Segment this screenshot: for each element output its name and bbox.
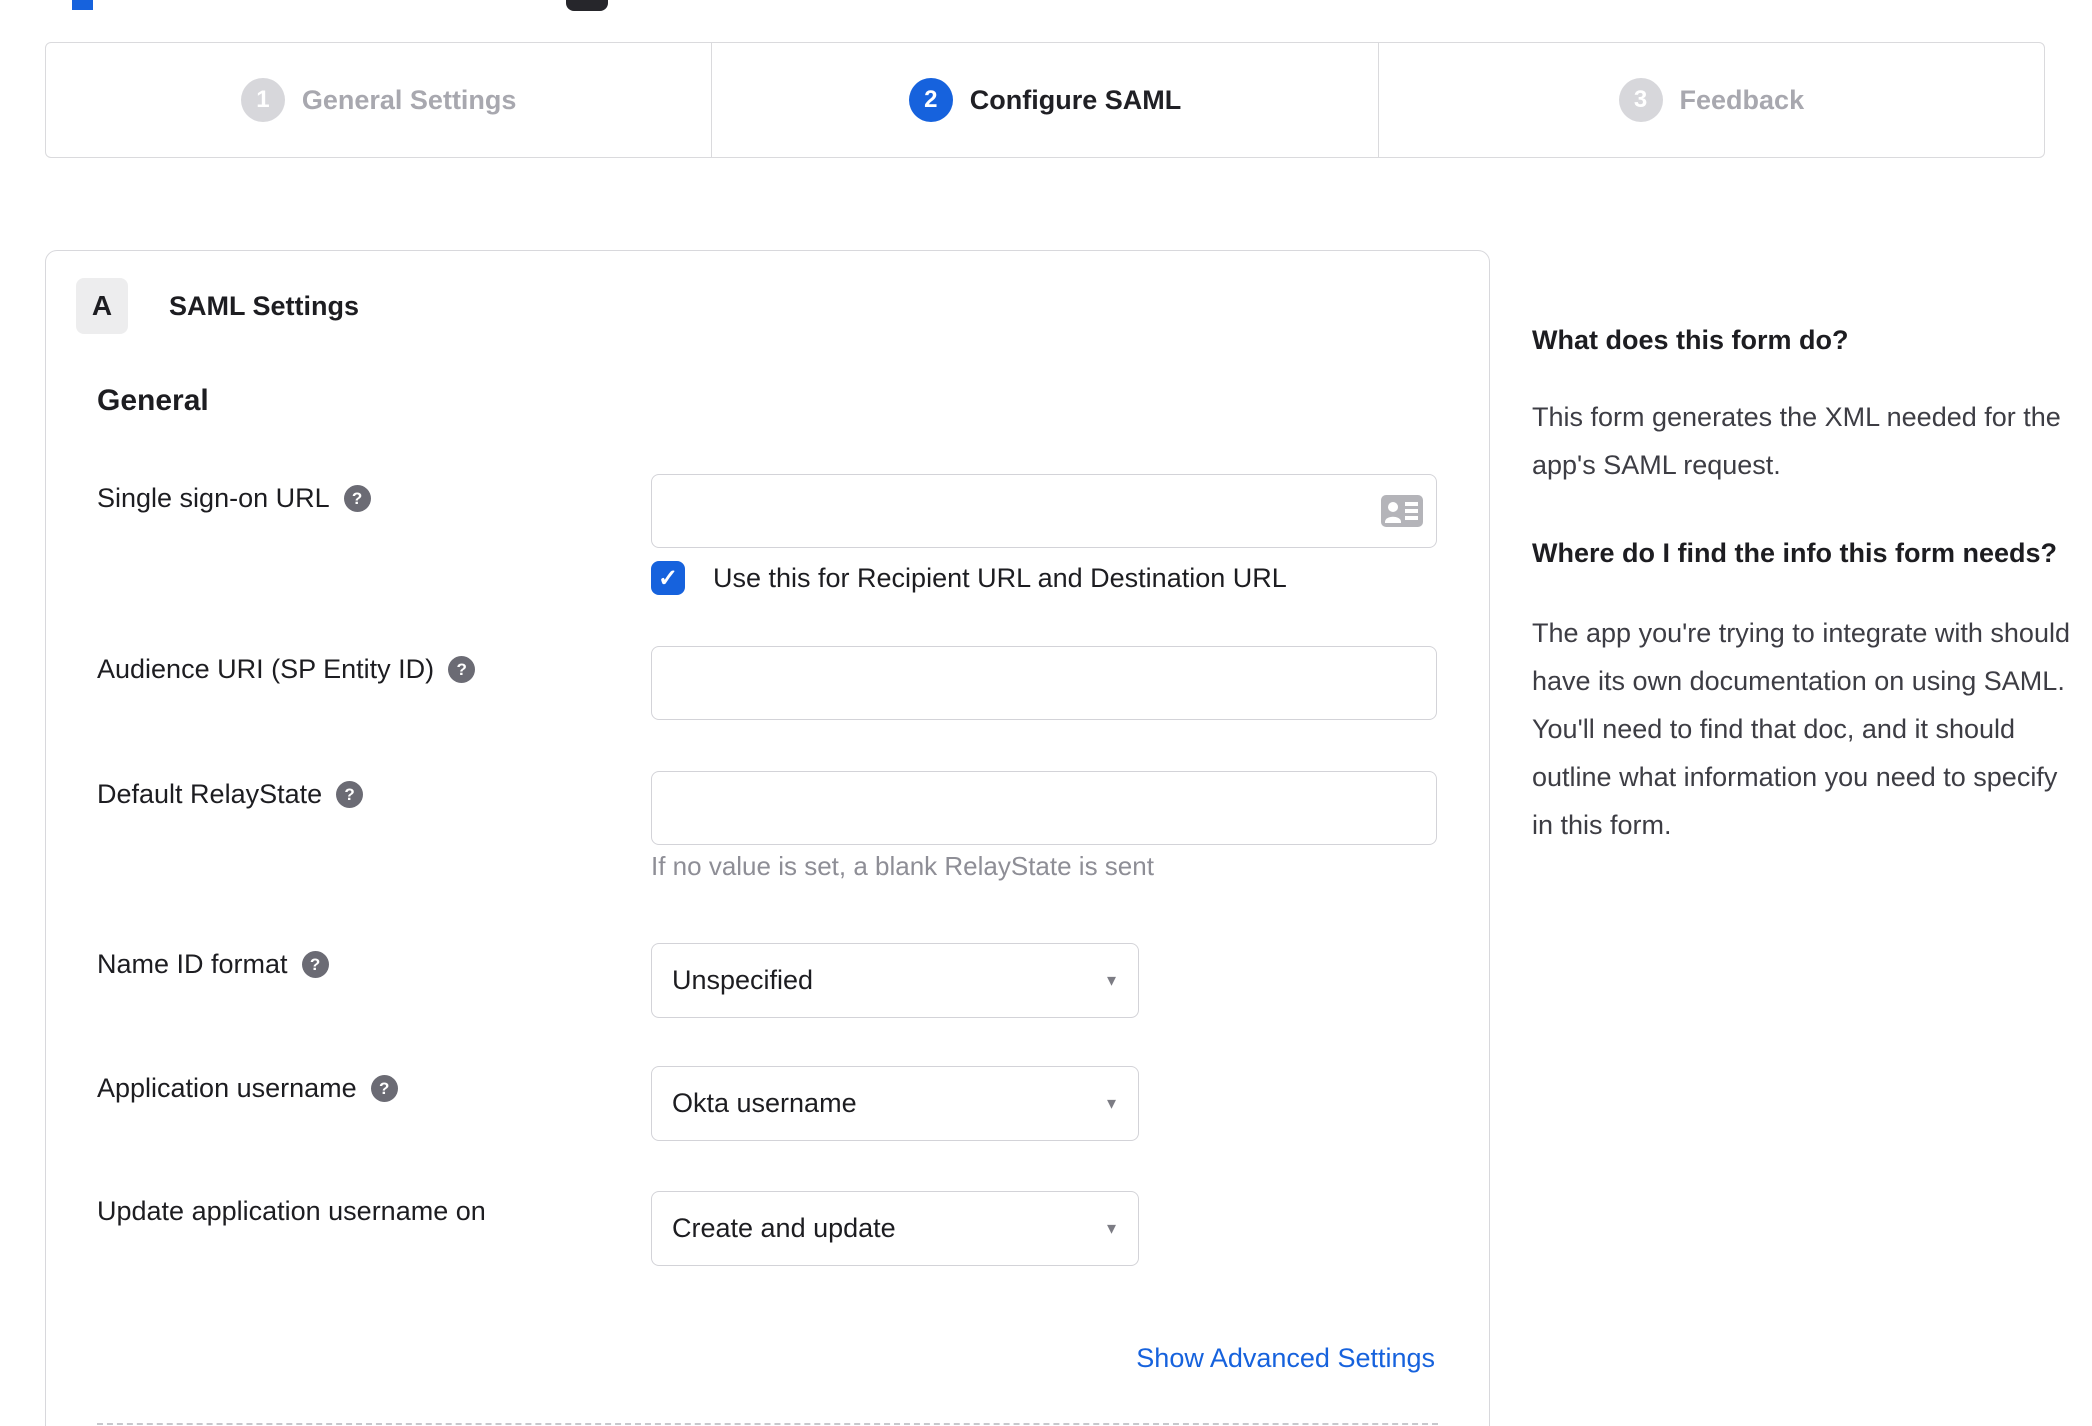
step-3-label: Feedback: [1679, 84, 1805, 115]
section-a-badge: A: [76, 278, 128, 334]
relay-state-input[interactable]: [651, 771, 1437, 845]
relay-state-input-wrap: [651, 771, 1437, 845]
help-heading-2: Where do I find the info this form needs…: [1532, 538, 2057, 568]
section-title: SAML Settings: [169, 291, 360, 321]
audience-uri-input-wrap: [651, 646, 1437, 720]
saml-settings-panel: A SAML Settings General Single sign-on U…: [45, 250, 1490, 1426]
audience-uri-help-icon[interactable]: ?: [448, 656, 476, 683]
help-sidebar: What does this form do? This form genera…: [1532, 318, 2080, 849]
name-id-format-label: Name ID format: [97, 949, 288, 979]
contact-card-icon[interactable]: [1381, 495, 1423, 527]
relay-state-label-row: Default RelayState ?: [97, 779, 364, 810]
recipient-url-checkbox-label: Use this for Recipient URL and Destinati…: [713, 562, 1287, 593]
section-dashed-divider: [97, 1423, 1438, 1425]
audience-uri-label-row: Audience URI (SP Entity ID) ?: [97, 654, 476, 685]
wizard-stepper: 1 General Settings 2 Configure SAML 3 Fe…: [45, 42, 2045, 158]
step-2-badge: 2: [908, 78, 953, 122]
app-username-help-icon[interactable]: ?: [370, 1075, 398, 1102]
sso-url-label-row: Single sign-on URL ?: [97, 483, 371, 514]
recipient-url-checkbox-row: ✓ Use this for Recipient URL and Destina…: [651, 561, 1287, 595]
step-3-badge: 3: [1618, 78, 1663, 122]
chevron-down-icon: ▾: [1106, 970, 1116, 990]
update-app-username-value: Create and update: [672, 1213, 896, 1243]
cutoff-blue-artifact: [72, 0, 93, 10]
checkmark-icon: ✓: [657, 564, 679, 592]
app-username-label-row: Application username ?: [97, 1073, 398, 1104]
sso-url-input[interactable]: [651, 474, 1437, 548]
name-id-format-value: Unspecified: [672, 965, 814, 995]
sso-url-help-icon[interactable]: ?: [343, 485, 371, 512]
sso-url-input-wrap: [651, 474, 1437, 548]
help-heading-1: What does this form do?: [1532, 325, 1849, 355]
update-app-username-label: Update application username on: [97, 1196, 486, 1226]
cutoff-dark-artifact: [566, 0, 608, 11]
relay-state-help-icon[interactable]: ?: [336, 781, 364, 808]
app-username-select[interactable]: Okta username ▾: [651, 1066, 1139, 1141]
sso-url-label: Single sign-on URL: [97, 483, 330, 513]
name-id-format-select[interactable]: Unspecified ▾: [651, 943, 1139, 1018]
relay-state-label: Default RelayState: [97, 779, 323, 809]
relay-state-hint: If no value is set, a blank RelayState i…: [651, 851, 1154, 881]
step-2-label: Configure SAML: [969, 84, 1182, 115]
show-advanced-settings-link[interactable]: Show Advanced Settings: [1136, 1343, 1435, 1374]
help-paragraph-1: This form generates the XML needed for t…: [1532, 402, 2061, 480]
audience-uri-label: Audience URI (SP Entity ID): [97, 654, 435, 684]
step-general-settings[interactable]: 1 General Settings: [46, 43, 711, 157]
update-app-username-label-row: Update application username on: [97, 1196, 486, 1227]
name-id-format-help-icon[interactable]: ?: [301, 951, 329, 978]
step-feedback[interactable]: 3 Feedback: [1377, 43, 2044, 157]
general-heading: General: [97, 384, 209, 417]
audience-uri-input[interactable]: [651, 646, 1437, 720]
help-paragraph-2: The app you're trying to integrate with …: [1532, 618, 2070, 840]
chevron-down-icon: ▾: [1106, 1218, 1116, 1238]
step-1-badge: 1: [240, 78, 285, 122]
step-1-label: General Settings: [301, 84, 517, 115]
recipient-url-checkbox[interactable]: ✓: [651, 561, 685, 595]
name-id-format-label-row: Name ID format ?: [97, 949, 329, 980]
update-app-username-select[interactable]: Create and update ▾: [651, 1191, 1139, 1266]
step-configure-saml[interactable]: 2 Configure SAML: [711, 43, 1377, 157]
app-username-value: Okta username: [672, 1088, 857, 1118]
chevron-down-icon: ▾: [1106, 1093, 1116, 1113]
app-username-label: Application username: [97, 1073, 357, 1103]
